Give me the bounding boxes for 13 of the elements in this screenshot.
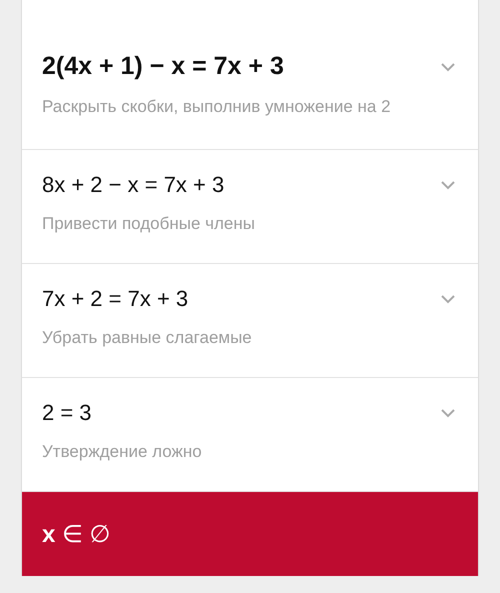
step-explanation: Утверждение ложно: [42, 442, 203, 462]
step-explanation: Убрать равные слагаемые: [42, 328, 253, 348]
equation: 2 = 3: [42, 400, 92, 426]
step-explanation: Раскрыть скобки, выполнив умножение на 2: [42, 97, 392, 117]
answer-text: x ∈ ∅: [42, 520, 111, 548]
chevron-icon[interactable]: [440, 180, 456, 190]
equation: 7x + 2 = 7x + 3: [42, 286, 188, 312]
chevron-icon[interactable]: [440, 408, 456, 418]
chevron-icon[interactable]: [440, 62, 456, 72]
step-explanation: Привести подобные члены: [42, 214, 256, 234]
chevron-icon[interactable]: [440, 294, 456, 304]
equation: 2(4x + 1) − x = 7x + 3: [42, 52, 284, 81]
equation: 8x + 2 − x = 7x + 3: [42, 172, 224, 198]
